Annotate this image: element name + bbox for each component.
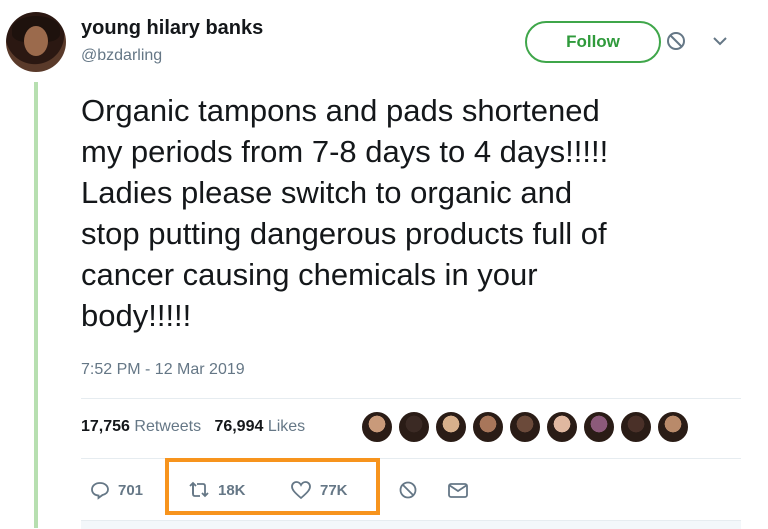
liker-avatar[interactable]	[471, 410, 505, 444]
user-handle[interactable]: @bzdarling	[81, 47, 162, 65]
liker-avatar[interactable]	[434, 410, 468, 444]
reply-button[interactable]: 701	[90, 478, 143, 502]
liker-avatar[interactable]	[508, 410, 542, 444]
likes-count: 76,994	[214, 418, 264, 435]
chevron-down-icon[interactable]	[712, 35, 728, 47]
liker-avatar[interactable]	[397, 410, 431, 444]
tweet-text: Organic tampons and pads shortened my pe…	[81, 93, 609, 333]
liker-avatar[interactable]	[619, 410, 653, 444]
retweets-stat[interactable]: 17,756 Retweets	[81, 418, 201, 435]
divider	[81, 398, 741, 399]
likes-label: Likes	[267, 418, 306, 435]
tweet-timestamp[interactable]: 7:52 PM - 12 Mar 2019	[81, 361, 245, 379]
liker-avatar[interactable]	[656, 410, 690, 444]
liker-avatar[interactable]	[582, 410, 616, 444]
thread-line	[34, 82, 38, 528]
engagement-stats: 17,756 Retweets 76,994 Likes	[81, 418, 305, 436]
reply-icon	[91, 482, 109, 500]
liker-avatar[interactable]	[545, 410, 579, 444]
likes-stat[interactable]: 76,994 Likes	[214, 418, 305, 435]
liker-avatar[interactable]	[360, 410, 394, 444]
retweets-count: 17,756	[81, 418, 130, 435]
retweets-label: Retweets	[134, 418, 202, 435]
block-icon[interactable]	[666, 31, 686, 51]
direct-message-button[interactable]	[447, 478, 477, 502]
highlight-annotation	[165, 458, 380, 515]
avatar[interactable]	[6, 12, 66, 72]
block-icon	[399, 481, 417, 499]
display-name[interactable]: young hilary banks	[81, 17, 263, 40]
reply-count: 701	[118, 481, 144, 499]
follow-button[interactable]: Follow	[525, 21, 661, 63]
envelope-icon	[448, 483, 468, 498]
block-action-button[interactable]	[398, 478, 426, 502]
